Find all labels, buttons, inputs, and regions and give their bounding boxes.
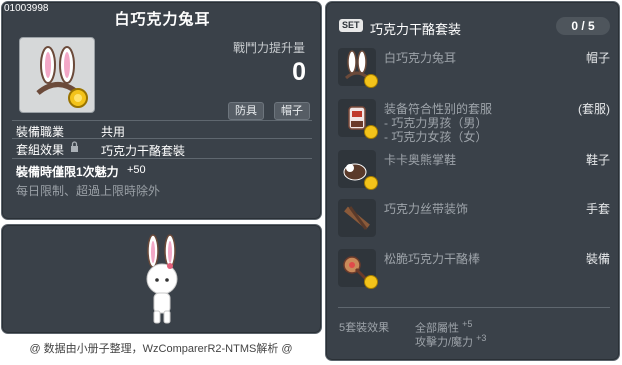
set-item[interactable]: 巧克力丝带装饰 手套 (338, 199, 610, 239)
ribbon-glove-icon (338, 199, 376, 237)
set-item[interactable]: 松脆巧克力干酪棒 裝備 (338, 249, 610, 289)
item-title: 白巧克力兔耳 (114, 11, 211, 28)
footer-credit: @ 数据由小册子整理，WzComparerR2-NTMS解析 @ (29, 343, 293, 355)
coin-icon (364, 74, 378, 88)
set-item-name: 巧克力丝带装饰 (384, 202, 469, 216)
item-subcategory-tag: 帽子 (274, 102, 310, 120)
set-item-type: (套服) (578, 102, 610, 116)
divider (12, 120, 312, 121)
set-item-type: 裝備 (585, 252, 610, 266)
character-preview-panel (1, 224, 322, 334)
set-item[interactable]: 白巧克力兔耳 帽子 (338, 48, 610, 88)
set-item-name: 白巧克力兔耳 (384, 51, 457, 65)
set-item-name: 松脆巧克力干酪棒 (384, 252, 481, 266)
limit-note: 每日限制、超過上限時除外 (16, 184, 161, 198)
set-effect-text: 攻擊力/魔力 (415, 336, 474, 349)
item-icon-frame (19, 37, 95, 113)
set-item-variant: - 巧克力女孩（女） (384, 130, 488, 144)
set-badge: SET (339, 19, 363, 32)
coin-icon (364, 275, 378, 289)
divider (338, 307, 610, 308)
set-effect-value[interactable]: 巧克力干酪套裝 (101, 142, 185, 159)
choco-stick-icon (338, 249, 378, 289)
set-item[interactable]: 卡卡奥熊掌鞋 鞋子 (338, 150, 610, 190)
set-effect-value: +5 (462, 319, 473, 329)
set-effect-value: +3 (476, 333, 487, 343)
divider (12, 138, 312, 139)
bunny-ears-icon (36, 46, 88, 108)
set-item-name: 卡卡奥熊掌鞋 (384, 153, 457, 167)
divider (12, 158, 312, 159)
set-effect-line: 攻擊力/魔力 +3 (415, 333, 486, 350)
set-item-type: 鞋子 (585, 153, 610, 167)
coin-icon (364, 176, 378, 190)
set-count-badge: 0 / 5 (556, 17, 610, 35)
combat-power-label: 戰鬥力提升量 (232, 41, 305, 55)
charm-bonus-label: 裝備時僅限1次魅力 (16, 165, 119, 179)
item-category-tag: 防具 (228, 102, 264, 120)
set-info-panel: SET 巧克力干酪套装 0 / 5 白巧克力兔耳 帽子 装备符合性别的套服 - … (325, 1, 620, 361)
item-tooltip-panel: 01003998 白巧克力兔耳 戰鬥力提升量 0 防具 帽子 裝備職業 共用 套… (1, 1, 322, 220)
set-item-type: 手套 (585, 202, 610, 216)
character-preview-avatar (146, 234, 178, 324)
coin-icon (364, 125, 378, 139)
paw-shoes-icon (338, 150, 378, 190)
set-item[interactable]: 装备符合性别的套服 - 巧克力男孩（男） - 巧克力女孩（女） (套服) (338, 99, 610, 145)
outfit-icon (338, 99, 378, 139)
combat-power-value: 0 (292, 58, 306, 86)
bunny-ears-icon (338, 48, 378, 88)
lock-icon (71, 141, 78, 152)
set-item-type: 帽子 (585, 51, 610, 65)
set-effect-label: 套組效果 (16, 143, 65, 157)
set-effect-count-label: 5套裝效果 (339, 322, 390, 334)
set-name: 巧克力干酪套装 (370, 22, 462, 37)
charm-bonus-value: +50 (127, 164, 146, 176)
